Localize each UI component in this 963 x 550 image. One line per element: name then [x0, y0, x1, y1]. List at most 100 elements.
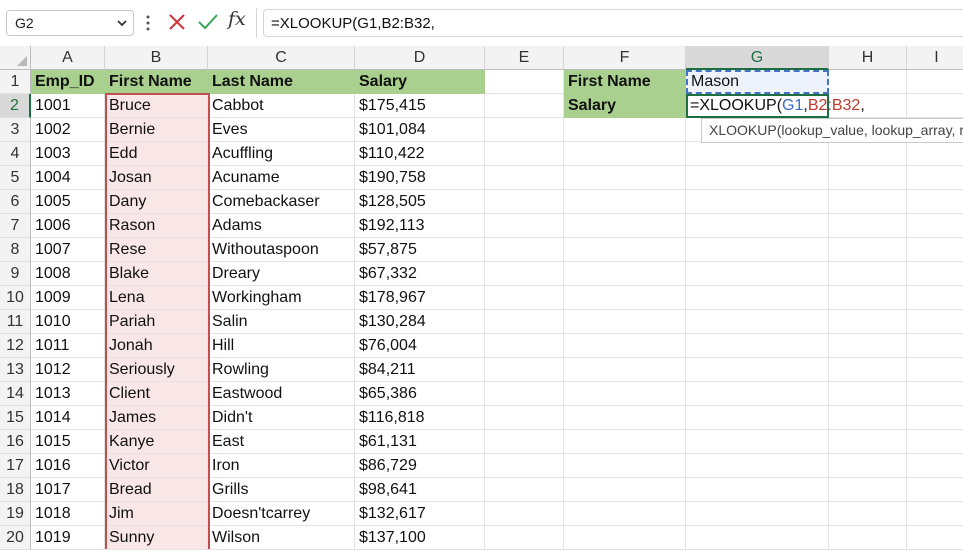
g2-active-cell[interactable]: =XLOOKUP(G1,B2:B32,: [686, 94, 865, 118]
cell-emp-id[interactable]: 1003: [31, 142, 105, 166]
row-header-19[interactable]: 19: [0, 502, 31, 526]
cell-last-name[interactable]: East: [208, 430, 355, 454]
cell-salary[interactable]: $67,332: [355, 262, 485, 286]
empty-cell[interactable]: [564, 142, 686, 166]
cell-first-name[interactable]: Victor: [105, 454, 208, 478]
empty-cell[interactable]: [485, 262, 564, 286]
empty-cell[interactable]: [564, 502, 686, 526]
empty-cell[interactable]: [485, 334, 564, 358]
row-header-14[interactable]: 14: [0, 382, 31, 406]
cell-last-name[interactable]: Rowling: [208, 358, 355, 382]
cell-salary[interactable]: $190,758: [355, 166, 485, 190]
empty-cell[interactable]: [829, 502, 907, 526]
cell-last-name[interactable]: Workingham: [208, 286, 355, 310]
cell-emp-id[interactable]: 1005: [31, 190, 105, 214]
empty-cell[interactable]: [686, 382, 829, 406]
empty-cell[interactable]: [907, 238, 963, 262]
cell-first-name[interactable]: James: [105, 406, 208, 430]
cell-emp-id[interactable]: 1001: [31, 94, 105, 118]
function-fx-icon[interactable]: fx: [228, 8, 246, 30]
cell-first-name[interactable]: Sunny: [105, 526, 208, 550]
cell-first-name[interactable]: Bernie: [105, 118, 208, 142]
empty-cell[interactable]: [485, 70, 564, 94]
empty-cell[interactable]: [686, 262, 829, 286]
empty-cell[interactable]: [907, 430, 963, 454]
empty-cell[interactable]: [564, 166, 686, 190]
row-header-13[interactable]: 13: [0, 358, 31, 382]
empty-cell[interactable]: [829, 286, 907, 310]
empty-cell[interactable]: [686, 190, 829, 214]
empty-cell[interactable]: [564, 454, 686, 478]
empty-cell[interactable]: [829, 430, 907, 454]
row-header-17[interactable]: 17: [0, 454, 31, 478]
empty-cell[interactable]: [564, 310, 686, 334]
row-header-8[interactable]: 8: [0, 238, 31, 262]
empty-cell[interactable]: [829, 262, 907, 286]
empty-cell[interactable]: [686, 310, 829, 334]
empty-cell[interactable]: [907, 142, 963, 166]
empty-cell[interactable]: [564, 430, 686, 454]
cell-salary[interactable]: $178,967: [355, 286, 485, 310]
header-cell-emp-id[interactable]: Emp_ID: [31, 70, 105, 94]
cell-emp-id[interactable]: 1018: [31, 502, 105, 526]
cell-first-name[interactable]: Client: [105, 382, 208, 406]
empty-cell[interactable]: [686, 358, 829, 382]
cell-salary[interactable]: $76,004: [355, 334, 485, 358]
empty-cell[interactable]: [485, 94, 564, 118]
empty-cell[interactable]: [485, 430, 564, 454]
empty-cell[interactable]: [485, 526, 564, 550]
empty-cell[interactable]: [485, 478, 564, 502]
cell-last-name[interactable]: Wilson: [208, 526, 355, 550]
cell-last-name[interactable]: Iron: [208, 454, 355, 478]
empty-cell[interactable]: [485, 502, 564, 526]
empty-cell[interactable]: [686, 214, 829, 238]
cell-salary[interactable]: $175,415: [355, 94, 485, 118]
empty-cell[interactable]: [485, 214, 564, 238]
empty-cell[interactable]: [485, 454, 564, 478]
cell-emp-id[interactable]: 1016: [31, 454, 105, 478]
empty-cell[interactable]: [829, 478, 907, 502]
function-tooltip[interactable]: XLOOKUP(lookup_value, lookup_array, retu…: [701, 118, 963, 143]
cell-emp-id[interactable]: 1004: [31, 166, 105, 190]
cancel-x-icon[interactable]: [167, 12, 187, 32]
cell-last-name[interactable]: Withoutaspoon: [208, 238, 355, 262]
f1-label-cell[interactable]: First Name: [564, 70, 686, 94]
row-header-16[interactable]: 16: [0, 430, 31, 454]
cell-salary[interactable]: $130,284: [355, 310, 485, 334]
empty-cell[interactable]: [686, 454, 829, 478]
empty-cell[interactable]: [485, 142, 564, 166]
cell-emp-id[interactable]: 1015: [31, 430, 105, 454]
empty-cell[interactable]: [564, 382, 686, 406]
empty-cell[interactable]: [829, 214, 907, 238]
empty-cell[interactable]: [829, 310, 907, 334]
row-header-18[interactable]: 18: [0, 478, 31, 502]
cell-last-name[interactable]: Cabbot: [208, 94, 355, 118]
column-header-i[interactable]: I: [907, 46, 963, 70]
row-header-15[interactable]: 15: [0, 406, 31, 430]
empty-cell[interactable]: [485, 310, 564, 334]
cell-last-name[interactable]: Didn't: [208, 406, 355, 430]
empty-cell[interactable]: [485, 406, 564, 430]
cell-salary[interactable]: $84,211: [355, 358, 485, 382]
empty-cell[interactable]: [829, 454, 907, 478]
cell-first-name[interactable]: Pariah: [105, 310, 208, 334]
cell-emp-id[interactable]: 1012: [31, 358, 105, 382]
empty-cell[interactable]: [907, 70, 963, 94]
empty-cell[interactable]: [564, 526, 686, 550]
row-header-3[interactable]: 3: [0, 118, 31, 142]
cell-emp-id[interactable]: 1019: [31, 526, 105, 550]
empty-cell[interactable]: [564, 118, 686, 142]
cell-emp-id[interactable]: 1009: [31, 286, 105, 310]
cell-first-name[interactable]: Bread: [105, 478, 208, 502]
empty-cell[interactable]: [564, 214, 686, 238]
empty-cell[interactable]: [564, 406, 686, 430]
column-header-a[interactable]: A: [31, 46, 105, 70]
empty-cell[interactable]: [907, 94, 963, 118]
cell-salary[interactable]: $65,386: [355, 382, 485, 406]
empty-cell[interactable]: [564, 286, 686, 310]
chevron-down-icon[interactable]: [115, 14, 129, 32]
empty-cell[interactable]: [686, 526, 829, 550]
cell-emp-id[interactable]: 1017: [31, 478, 105, 502]
row-header-6[interactable]: 6: [0, 190, 31, 214]
column-header-e[interactable]: E: [485, 46, 564, 70]
